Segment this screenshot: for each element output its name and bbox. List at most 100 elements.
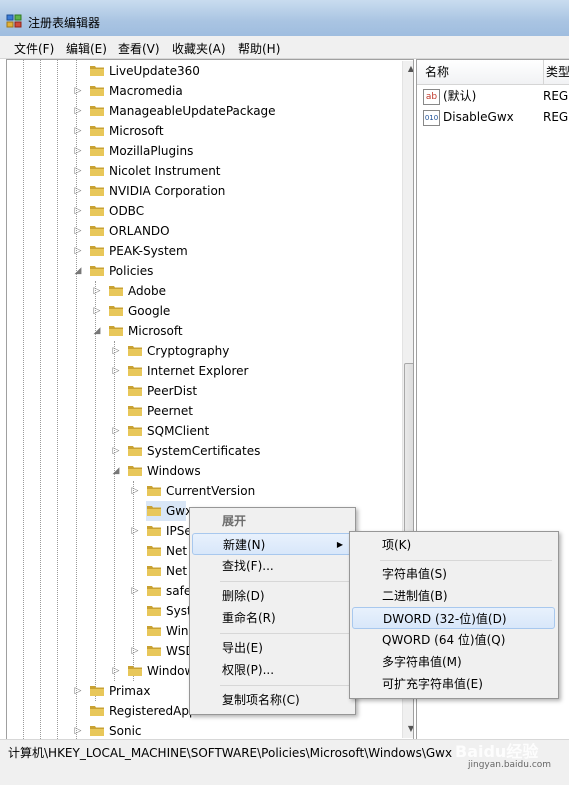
folder-icon xyxy=(147,586,161,596)
tree-item-label: Microsoft xyxy=(109,124,164,138)
tree-item-label: CurrentVersion xyxy=(166,484,256,498)
folder-icon xyxy=(90,686,104,696)
expand-arrow-icon[interactable]: ▷ xyxy=(72,161,84,181)
expand-arrow-icon[interactable]: ▷ xyxy=(72,721,84,739)
folder-icon xyxy=(90,66,104,76)
folder-icon xyxy=(147,566,161,576)
menu-edit[interactable]: 编辑(E) xyxy=(66,40,107,57)
expand-arrow-icon[interactable]: ▷ xyxy=(72,201,84,221)
watermark-url: jingyan.baidu.com xyxy=(468,760,552,770)
new-expandable-string-value[interactable]: 可扩充字符串值(E) xyxy=(352,673,555,695)
expand-arrow-icon[interactable]: ▷ xyxy=(129,521,141,541)
ctx-expand[interactable]: 展开 xyxy=(192,510,352,532)
separator xyxy=(220,685,350,686)
tree-item-label: Cryptography xyxy=(147,344,230,358)
scroll-up-icon[interactable]: ▲ xyxy=(404,62,413,76)
tree-item-label: PeerDist xyxy=(147,384,198,398)
new-key[interactable]: 项(K) xyxy=(352,534,555,556)
separator xyxy=(380,560,552,561)
folder-icon xyxy=(128,406,142,416)
expand-arrow-icon[interactable]: ▷ xyxy=(72,221,84,241)
folder-icon xyxy=(90,126,104,136)
ctx-export[interactable]: 导出(E) xyxy=(192,637,352,659)
ctx-copy-key-name[interactable]: 复制项名称(C) xyxy=(192,689,352,711)
expand-arrow-icon[interactable]: ▷ xyxy=(72,81,84,101)
menu-favorites[interactable]: 收藏夹(A) xyxy=(172,40,226,57)
title-bar: 注册表编辑器 xyxy=(0,0,569,36)
folder-icon xyxy=(128,426,142,436)
ctx-new[interactable]: 新建(N) ▶ xyxy=(192,533,352,555)
expand-arrow-icon[interactable]: ▷ xyxy=(110,361,122,381)
expand-arrow-icon[interactable]: ▷ xyxy=(72,181,84,201)
new-multi-string-value[interactable]: 多字符串值(M) xyxy=(352,651,555,673)
tree-item-label: NVIDIA Corporation xyxy=(109,184,226,198)
expand-arrow-icon[interactable]: ▷ xyxy=(110,441,122,461)
tree-item-label: Primax xyxy=(109,684,151,698)
tree-guide xyxy=(40,60,41,739)
tree-item-label: Nicolet Instrument xyxy=(109,164,221,178)
folder-icon xyxy=(128,386,142,396)
expand-arrow-icon[interactable]: ▷ xyxy=(72,241,84,261)
expand-arrow-icon[interactable]: ▷ xyxy=(110,421,122,441)
folder-icon xyxy=(90,206,104,216)
tree-item-label: IPSe xyxy=(166,524,192,538)
menu-help[interactable]: 帮助(H) xyxy=(238,40,280,57)
expand-arrow-icon[interactable]: ▷ xyxy=(129,481,141,501)
ctx-permissions[interactable]: 权限(P)... xyxy=(192,659,352,681)
folder-icon xyxy=(128,666,142,676)
tree-item-label: Net xyxy=(166,564,188,578)
binary-value-icon: 010 xyxy=(423,110,440,126)
expand-arrow-icon[interactable]: ▷ xyxy=(72,121,84,141)
new-qword-value[interactable]: QWORD (64 位)值(Q) xyxy=(352,629,555,651)
expand-arrow-icon[interactable]: ▷ xyxy=(72,141,84,161)
tree-item-label: Window xyxy=(147,664,195,678)
expand-arrow-icon[interactable]: ▷ xyxy=(72,681,84,701)
scroll-down-icon[interactable]: ▼ xyxy=(404,722,413,736)
tree-item-label: Internet Explorer xyxy=(147,364,249,378)
tree-item-label: ODBC xyxy=(109,204,145,218)
expand-arrow-icon[interactable]: ▷ xyxy=(91,281,103,301)
folder-icon xyxy=(90,186,104,196)
new-string-value[interactable]: 字符串值(S) xyxy=(352,563,555,585)
tree-item[interactable]: Gwx xyxy=(146,501,192,521)
expand-arrow-icon[interactable]: ▷ xyxy=(110,661,122,681)
expand-arrow-icon[interactable]: ▷ xyxy=(129,581,141,601)
folder-icon xyxy=(128,466,142,476)
column-header-name[interactable]: 名称 xyxy=(417,60,543,85)
folder-icon xyxy=(147,626,161,636)
collapse-arrow-icon[interactable]: ◢ xyxy=(91,321,103,341)
tree-item-label: Microsoft xyxy=(128,324,183,338)
column-header-type[interactable]: 类型 xyxy=(543,60,569,85)
tree-item-label: Google xyxy=(128,304,171,318)
separator xyxy=(220,581,350,582)
window-title: 注册表编辑器 xyxy=(28,16,101,30)
folder-icon xyxy=(109,306,123,316)
tree-item-label: Adobe xyxy=(128,284,166,298)
tree-item-label: safe xyxy=(166,584,192,598)
tree-item-label: Macromedia xyxy=(109,84,183,98)
menu-view[interactable]: 查看(V) xyxy=(118,40,160,57)
folder-icon xyxy=(147,506,161,516)
tree-guide xyxy=(57,60,58,739)
expand-arrow-icon[interactable]: ▷ xyxy=(72,101,84,121)
menu-file[interactable]: 文件(F) xyxy=(14,40,54,57)
tree-item-label: Peernet xyxy=(147,404,193,418)
expand-arrow-icon[interactable]: ▷ xyxy=(110,341,122,361)
ctx-rename[interactable]: 重命名(R) xyxy=(192,607,352,629)
new-dword-value[interactable]: DWORD (32-位)值(D) xyxy=(352,607,555,629)
folder-icon xyxy=(128,446,142,456)
ctx-find[interactable]: 查找(F)... xyxy=(192,555,352,577)
collapse-arrow-icon[interactable]: ◢ xyxy=(110,461,122,481)
collapse-arrow-icon[interactable]: ◢ xyxy=(72,261,84,281)
folder-icon xyxy=(90,726,104,736)
ctx-delete[interactable]: 删除(D) xyxy=(192,585,352,607)
expand-arrow-icon[interactable]: ▷ xyxy=(129,641,141,661)
folder-icon xyxy=(90,226,104,236)
tree-item-label: LiveUpdate360 xyxy=(109,64,200,78)
expand-arrow-icon[interactable]: ▷ xyxy=(91,301,103,321)
folder-icon xyxy=(90,166,104,176)
new-binary-value[interactable]: 二进制值(B) xyxy=(352,585,555,607)
tree-guide xyxy=(23,60,24,739)
ctx-new-label: 新建(N) xyxy=(223,538,266,552)
folder-icon xyxy=(147,526,161,536)
